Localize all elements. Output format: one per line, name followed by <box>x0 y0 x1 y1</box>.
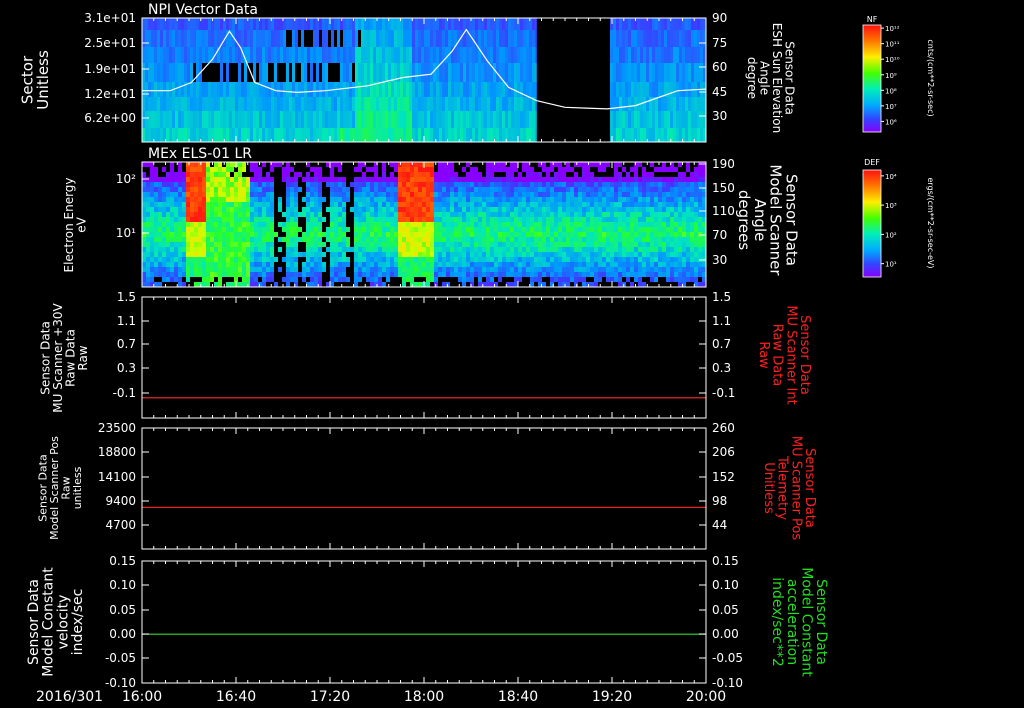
y-tick-1-0: 10² <box>116 172 136 186</box>
colorbar-title-1: DEF <box>864 158 880 167</box>
panel-frame-4 <box>141 560 707 684</box>
right-y-tick-4-1: 0.10 <box>712 578 739 592</box>
time-tick-6: 20:00 <box>686 689 726 705</box>
y-tick-4-4: -0.05 <box>105 651 136 665</box>
els-heatmap <box>142 162 706 287</box>
y-tick-2-0: 1.5 <box>117 290 136 304</box>
right-ylabel-1: Sensor DataModel ScannerAngledegrees <box>735 164 800 276</box>
colorbar-tick-1-0: 10⁴ <box>885 173 897 181</box>
right-y-tick-2-3: 0.3 <box>712 361 731 375</box>
colorbar-tick-0-3: 10⁹ <box>885 72 897 80</box>
right-y-tick-3-3: 98 <box>712 494 727 508</box>
right-y-tick-4-0: 0.15 <box>712 554 739 568</box>
colorbar-tick-0-4: 10⁸ <box>885 87 897 95</box>
time-tick-3: 18:00 <box>404 689 444 705</box>
right-y-tick-3-2: 152 <box>712 470 735 484</box>
colorbar-units-0: cnts/(cm**2-sr-sec) <box>926 39 935 116</box>
right-y-tick-1-0: 190 <box>712 157 735 171</box>
right-ylabel-0: Sensor DataESH Sun ElevationAngledegree <box>745 23 797 133</box>
data-gap <box>536 18 608 142</box>
right-y-tick-4-4: -0.05 <box>712 651 743 665</box>
right-ylabel-4: Sensor DataModel Constantaccelerationind… <box>769 567 829 677</box>
right-y-tick-1-1: 150 <box>712 181 735 195</box>
right-y-tick-4-3: 0.00 <box>712 627 739 641</box>
y-tick-3-0: 23500 <box>98 421 136 435</box>
right-y-tick-1-4: 30 <box>712 253 727 267</box>
y-tick-0-2: 1.9e+01 <box>84 62 136 76</box>
y-tick-3-2: 14100 <box>98 470 136 484</box>
panel-frame-2 <box>141 296 707 419</box>
y-tick-2-4: -0.1 <box>113 386 136 400</box>
y-tick-3-4: 4700 <box>105 518 136 532</box>
right-y-tick-3-1: 206 <box>712 445 735 459</box>
panel-title-npi: NPI Vector Data <box>148 2 258 18</box>
y-tick-4-0: 0.15 <box>109 554 136 568</box>
right-y-tick-0-4: 30 <box>712 109 727 123</box>
right-y-tick-2-0: 1.5 <box>712 290 731 304</box>
right-y-tick-4-5: -0.10 <box>712 676 743 690</box>
panel-frame-3 <box>141 427 707 550</box>
y-tick-0-0: 3.1e+01 <box>84 11 136 25</box>
colorbar-tick-1-2: 10² <box>885 231 897 239</box>
y-tick-3-1: 18800 <box>98 445 136 459</box>
colorbar-tick-0-0: 10¹² <box>885 25 900 33</box>
right-y-tick-3-4: 44 <box>712 518 727 532</box>
time-tick-4: 18:40 <box>498 689 538 705</box>
time-tick-1: 16:40 <box>216 689 256 705</box>
colorbar-tick-0-6: 10⁶ <box>885 118 897 126</box>
ylabel-2: Sensor DataMU Scanner +30VRaw DataRaw <box>38 303 90 413</box>
colorbar-1 <box>862 169 882 278</box>
y-tick-3-3: 9400 <box>105 494 136 508</box>
right-y-tick-0-3: 45 <box>712 85 727 99</box>
colorbar-tick-1-3: 10¹ <box>885 261 897 269</box>
y-tick-0-3: 1.2e+01 <box>84 87 136 101</box>
right-ylabel-3: Sensor DataMU Scanner PosTelemetryUnitle… <box>761 436 817 541</box>
right-ylabel-2: Sensor DataMU Scanner IntRaw DataRaw <box>756 305 812 404</box>
right-y-tick-2-1: 1.1 <box>712 314 731 328</box>
right-y-tick-3-0: 260 <box>712 421 735 435</box>
time-tick-2: 17:20 <box>310 689 350 705</box>
y-tick-2-1: 1.1 <box>117 314 136 328</box>
tplot-figure: 3.1e+01 2.5e+01 1.9e+01 1.2e+01 6.2e+00 90 75 6… <box>18 2 935 705</box>
colorbar-units-1: ergs/(cm**2-sr-sec-eV) <box>926 177 935 268</box>
right-y-tick-0-1: 75 <box>712 36 727 50</box>
ylabel-3: Sensor DataModel Scanner PosRawunitless <box>37 436 85 540</box>
right-y-tick-1-3: 70 <box>712 228 727 242</box>
panel-title-els: MEx ELS-01 LR <box>148 146 252 162</box>
colorbar-0 <box>862 24 882 133</box>
y-tick-4-2: 0.05 <box>109 603 136 617</box>
right-y-tick-2-2: 0.7 <box>712 337 731 351</box>
y-tick-0-4: 6.2e+00 <box>84 111 136 125</box>
y-tick-4-3: 0.00 <box>109 627 136 641</box>
colorbar-title-0: NF <box>867 15 878 24</box>
colorbar-tick-0-2: 10¹⁰ <box>885 56 900 64</box>
time-tick-5: 19:20 <box>592 689 632 705</box>
right-y-tick-0-2: 60 <box>712 60 727 74</box>
right-y-tick-4-2: 0.05 <box>712 603 739 617</box>
right-y-tick-2-4: -0.1 <box>712 386 735 400</box>
y-tick-4-1: 0.10 <box>109 578 136 592</box>
colorbar-tick-0-5: 10⁷ <box>885 103 897 111</box>
right-y-tick-1-2: 110 <box>712 204 735 218</box>
y-tick-2-2: 0.7 <box>117 337 136 351</box>
ylabel-0: SectorUnitless <box>18 50 52 110</box>
y-tick-4-5: -0.10 <box>105 676 136 690</box>
y-tick-2-3: 0.3 <box>117 361 136 375</box>
date-label: 2016/301 <box>36 689 103 705</box>
time-tick-0: 16:00 <box>122 689 162 705</box>
colorbar-tick-0-1: 10¹¹ <box>885 41 900 49</box>
y-tick-1-1: 10¹ <box>116 226 136 240</box>
y-tick-0-1: 2.5e+01 <box>84 36 136 50</box>
right-y-tick-0-0: 90 <box>712 11 727 25</box>
ylabel-4: Sensor DataModel Constantvelocityindex/s… <box>26 567 86 677</box>
colorbar-tick-1-1: 10³ <box>885 202 897 210</box>
ylabel-1: Electron EnergyeV <box>62 177 89 272</box>
